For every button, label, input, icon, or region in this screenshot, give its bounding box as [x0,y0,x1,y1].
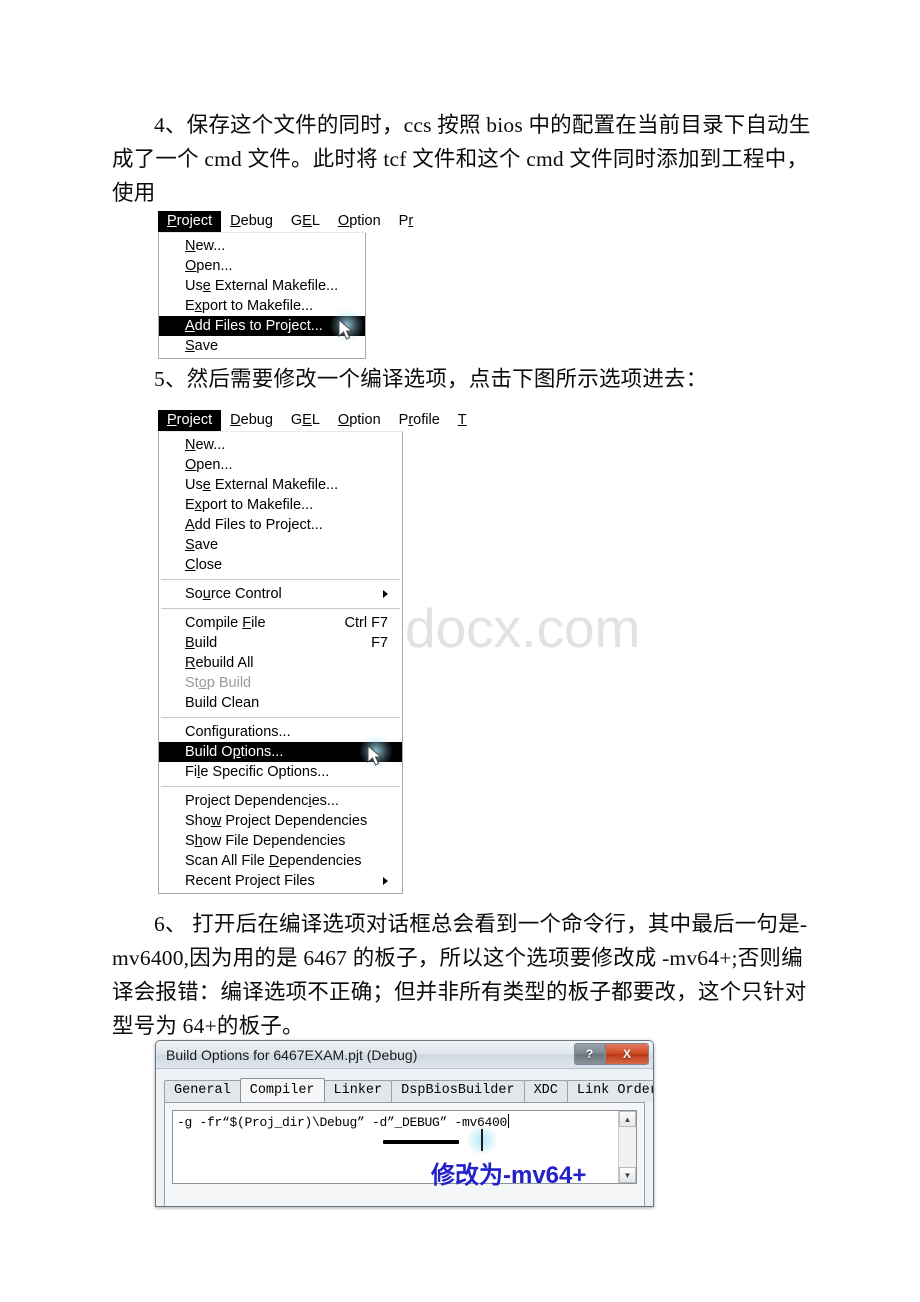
menu-item-rebuild-all[interactable]: Rebuild All [159,653,402,673]
ibeam-cursor-icon [481,1129,483,1151]
menu-item-project-dependencies[interactable]: Project Dependencies... [159,791,402,811]
menu-item-add-files-to-project[interactable]: Add Files to Project... [159,515,402,535]
scroll-up-icon[interactable]: ▲ [619,1111,636,1127]
tab-general[interactable]: General [164,1080,241,1102]
build-options-dialog: Build Options for 6467EXAM.pjt (Debug) ?… [155,1040,654,1207]
dialog-tabs[interactable]: General Compiler Linker DspBiosBuilder X… [164,1078,653,1102]
tab-linker[interactable]: Linker [323,1080,393,1102]
menu-item-source-control[interactable]: Source Control [159,584,402,604]
annotation-label: 修改为-mv64+ [431,1155,586,1190]
annotation-text: 修改为-mv64+ [431,1162,587,1189]
screenshot-add-files-to-project: PProjectroject Debug GEL Option Pr New..… [158,211,413,359]
menubar-item-gel[interactable]: GEL [282,211,329,232]
text-caret [508,1114,510,1128]
paragraph-step-6: 6、 打开后在编译选项对话框总会看到一个命令行，其中最后一句是-mv6400,因… [112,907,817,1043]
menubar-item-profile[interactable]: Profile [390,410,449,431]
scroll-down-icon[interactable]: ▼ [619,1167,636,1183]
menu-item-recent-project-files[interactable]: Recent Project Files [159,871,402,891]
menu-item-show-project-dependencies[interactable]: Show Project Dependencies [159,811,402,831]
menu-item-save[interactable]: Save [159,336,365,356]
menu-item-export-to-makefile[interactable]: Export to Makefile... [159,296,365,316]
menu-item-add-files-to-project[interactable]: Add Files to Project... [159,316,365,336]
paragraph-step-5: 5、然后需要修改一个编译选项，点击下图所示选项进去： [112,362,812,396]
submenu-arrow-icon [383,877,388,885]
menu-item-new[interactable]: New... [159,435,402,455]
menubar-item-debug[interactable]: Debug [221,211,282,232]
paragraph-step-4-text: 4、保存这个文件的同时，ccs 按照 bios 中的配置在当前目录下自动生成了一… [112,113,811,205]
menu-item-compile-file[interactable]: Compile File Ctrl F7 [159,613,402,633]
tab-link-order[interactable]: Link Order [566,1080,653,1102]
dialog-title-text: Build Options for 6467EXAM.pjt (Debug) [166,1046,418,1063]
menu-separator [161,579,400,580]
command-line-scrollbar[interactable]: ▲ ▼ [618,1111,636,1183]
menu-item-use-external-makefile[interactable]: Use External Makefile... [159,276,365,296]
menubar-item-option[interactable]: Option [329,410,390,431]
menu-item-open[interactable]: Open... [159,455,402,475]
project-menu-dropdown[interactable]: New... Open... Use External Makefile... … [158,432,403,894]
menu-separator [161,786,400,787]
menubar-item-option[interactable]: Option [329,211,390,232]
menu-item-file-specific-options[interactable]: File Specific Options... [159,762,402,782]
menu-item-build-clean[interactable]: Build Clean [159,693,402,713]
menu-item-scan-all-file-dependencies[interactable]: Scan All File Dependencies [159,851,402,871]
annotation-underline [383,1140,459,1144]
menu-separator [161,608,400,609]
project-menu-dropdown[interactable]: New... Open... Use External Makefile... … [158,233,366,359]
menu-item-save[interactable]: Save [159,535,402,555]
menu-item-close[interactable]: Close [159,555,402,575]
dialog-body: General Compiler Linker DspBiosBuilder X… [156,1069,653,1206]
menu-item-use-external-makefile[interactable]: Use External Makefile... [159,475,402,495]
menu-bar[interactable]: Project Debug GEL Option Profile T [158,410,467,432]
compiler-tab-panel: -g -fr“$(Proj_dir)\Debug” -d”_DEBUG” -mv… [164,1102,645,1206]
tab-dspbiosbuilder[interactable]: DspBiosBuilder [391,1080,525,1102]
menu-item-build[interactable]: Build F7 [159,633,402,653]
close-button[interactable]: X [605,1043,649,1065]
dialog-window-buttons: ? X [574,1043,649,1065]
menu-item-stop-build: Stop Build [185,675,252,691]
submenu-arrow-icon [383,590,388,598]
menubar-item-tools-truncated[interactable]: T [449,410,476,431]
menubar-item-debug[interactable]: Debug [221,410,282,431]
tab-compiler[interactable]: Compiler [239,1078,325,1102]
menubar-item-project[interactable]: Project [158,410,222,431]
menu-item-export-to-makefile[interactable]: Export to Makefile... [159,495,402,515]
menu-item-compile-file-accel: Ctrl F7 [344,615,389,631]
menu-item-show-file-dependencies[interactable]: Show File Dependencies [159,831,402,851]
menu-item-new[interactable]: New... [159,236,365,256]
menu-separator [161,717,400,718]
paragraph-step-4: 4、保存这个文件的同时，ccs 按照 bios 中的配置在当前目录下自动生成了一… [112,108,812,210]
menubar-item-project[interactable]: PProjectroject [158,211,222,232]
menu-bar[interactable]: PProjectroject Debug GEL Option Pr [158,211,413,233]
menubar-item-profile-truncated[interactable]: Pr [390,211,423,232]
tab-xdc[interactable]: XDC [523,1080,568,1102]
screenshot-build-options-menu: Project Debug GEL Option Profile T New..… [158,410,467,894]
dialog-title-bar: Build Options for 6467EXAM.pjt (Debug) ?… [156,1041,653,1069]
paragraph-step-5-text: 5、然后需要修改一个编译选项，点击下图所示选项进去： [154,367,708,391]
menu-item-configurations[interactable]: Configurations... [159,722,402,742]
paragraph-step-6-text: 6、 打开后在编译选项对话框总会看到一个命令行，其中最后一句是-mv6400,因… [112,912,808,1038]
menu-item-open[interactable]: Open... [159,256,365,276]
command-line-value: -g -fr“$(Proj_dir)\Debug” -d”_DEBUG” -mv… [177,1115,508,1130]
menu-item-build-options[interactable]: Build Options... [159,742,402,762]
menu-item-build-accel: F7 [371,635,388,651]
document-page: www.bdocx.com 4、保存这个文件的同时，ccs 按照 bios 中的… [0,0,920,1302]
menubar-item-gel[interactable]: GEL [282,410,329,431]
help-button[interactable]: ? [574,1043,605,1065]
